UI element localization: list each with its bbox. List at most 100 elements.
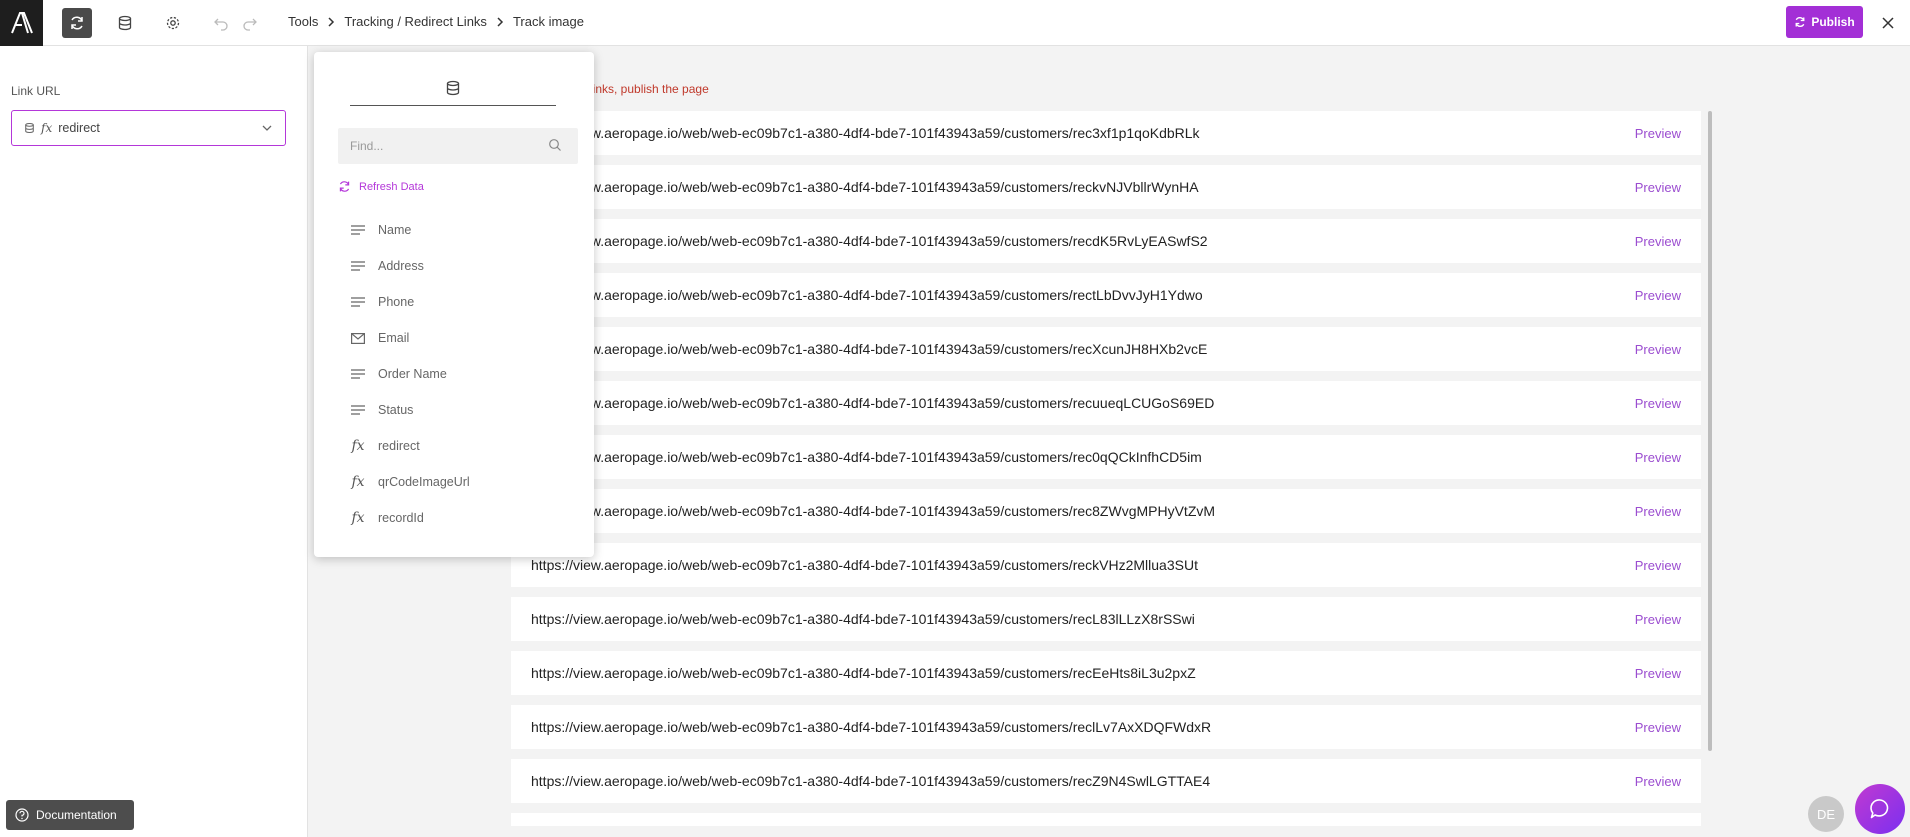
chat-button[interactable] xyxy=(1855,784,1905,834)
close-icon xyxy=(1882,17,1894,29)
text-lines-icon xyxy=(350,369,366,379)
chevron-right-icon xyxy=(327,16,335,27)
link-url-text: https://view.aeropage.io/web/web-ec09b7c… xyxy=(531,611,1195,627)
field-item-status[interactable]: Status xyxy=(350,392,580,428)
link-url-text: https://view.aeropage.io/web/web-ec09b7c… xyxy=(531,665,1196,681)
list-scrollbar[interactable] xyxy=(1708,111,1712,751)
preview-link[interactable]: Preview xyxy=(1635,396,1681,411)
field-label: qrCodeImageUrl xyxy=(378,475,470,489)
preview-link[interactable]: Preview xyxy=(1635,342,1681,357)
link-url-text: https://view.aeropage.io/web/web-ec09b7c… xyxy=(531,773,1211,789)
link-url-text: https://view.aeropage.io/web/web-ec09b7c… xyxy=(531,503,1216,519)
links-list: https://view.aeropage.io/web/web-ec09b7c… xyxy=(511,111,1701,826)
preview-link[interactable]: Preview xyxy=(1635,774,1681,789)
text-lines-icon xyxy=(350,225,366,235)
picker-header xyxy=(350,70,556,106)
database-icon xyxy=(118,15,132,31)
table-row: https://view.aeropage.io/web/web-ec09b7c… xyxy=(511,597,1701,641)
preview-link[interactable]: Preview xyxy=(1635,288,1681,303)
field-item-qrcodeimageurl[interactable]: fx qrCodeImageUrl xyxy=(350,464,580,500)
avatar[interactable]: DE xyxy=(1808,796,1844,832)
preview-link[interactable]: Preview xyxy=(1635,720,1681,735)
help-circle-icon xyxy=(15,808,29,822)
field-item-email[interactable]: Email xyxy=(350,320,580,356)
close-button[interactable] xyxy=(1877,12,1899,34)
find-input[interactable] xyxy=(338,128,578,164)
table-row: https://view.aeropage.io/web/web-ec09b7c… xyxy=(511,489,1701,533)
sync-icon xyxy=(1795,17,1805,27)
table-row-partial xyxy=(511,813,1701,826)
field-label: Phone xyxy=(378,295,415,309)
redo-button[interactable] xyxy=(235,8,265,38)
publish-button[interactable]: Publish xyxy=(1786,6,1863,38)
preview-link[interactable]: Preview xyxy=(1635,666,1681,681)
envelope-icon xyxy=(350,332,366,344)
text-lines-icon xyxy=(350,297,366,307)
documentation-label: Documentation xyxy=(36,808,117,822)
chevron-down-icon xyxy=(262,125,272,131)
fx-icon: fx xyxy=(351,510,365,526)
field-item-recordid[interactable]: fx recordId xyxy=(350,500,580,536)
preview-link[interactable]: Preview xyxy=(1635,450,1681,465)
preview-link[interactable]: Preview xyxy=(1635,504,1681,519)
link-url-label: Link URL xyxy=(11,84,61,98)
publish-label: Publish xyxy=(1811,15,1855,29)
field-label: Email xyxy=(378,331,410,345)
field-item-order-name[interactable]: Order Name xyxy=(350,356,580,392)
link-url-value: redirect xyxy=(58,121,100,135)
link-url-text: https://view.aeropage.io/web/web-ec09b7c… xyxy=(531,287,1203,303)
preview-link[interactable]: Preview xyxy=(1635,180,1681,195)
table-row: https://view.aeropage.io/web/web-ec09b7c… xyxy=(511,165,1701,209)
table-row: https://view.aeropage.io/web/web-ec09b7c… xyxy=(511,381,1701,425)
redo-icon xyxy=(243,18,257,31)
fx-icon: fx xyxy=(41,121,53,135)
table-row: https://view.aeropage.io/web/web-ec09b7c… xyxy=(511,111,1701,155)
field-item-phone[interactable]: Phone xyxy=(350,284,580,320)
table-row: https://view.aeropage.io/web/web-ec09b7c… xyxy=(511,273,1701,317)
documentation-button[interactable]: Documentation xyxy=(6,800,134,830)
field-label: Address xyxy=(378,259,424,273)
link-url-text: https://view.aeropage.io/web/web-ec09b7c… xyxy=(531,449,1202,465)
database-button[interactable] xyxy=(110,8,140,38)
refresh-data-button[interactable]: Refresh Data xyxy=(338,180,424,193)
link-url-text: https://view.aeropage.io/web/web-ec09b7c… xyxy=(531,719,1212,735)
settings-button[interactable] xyxy=(158,8,188,38)
table-row: https://view.aeropage.io/web/web-ec09b7c… xyxy=(511,327,1701,371)
fx-icon: fx xyxy=(351,438,365,454)
preview-link[interactable]: Preview xyxy=(1635,234,1681,249)
table-row: https://view.aeropage.io/web/web-ec09b7c… xyxy=(511,651,1701,695)
link-url-text: https://view.aeropage.io/web/web-ec09b7c… xyxy=(531,557,1198,573)
left-panel: Link URL fx redirect Documentation xyxy=(0,46,308,837)
sync-icon xyxy=(71,16,83,30)
field-label: Status xyxy=(378,403,414,417)
refresh-icon xyxy=(339,181,350,192)
link-url-text: https://view.aeropage.io/web/web-ec09b7c… xyxy=(531,125,1200,141)
field-picker-dropdown: Refresh Data Name Address Phone Email Or… xyxy=(314,52,594,557)
app-logo[interactable] xyxy=(0,0,43,46)
field-label: Name xyxy=(378,223,412,237)
field-item-name[interactable]: Name xyxy=(350,212,580,248)
link-url-text: https://view.aeropage.io/web/web-ec09b7c… xyxy=(531,341,1208,357)
database-icon xyxy=(25,123,34,133)
preview-link[interactable]: Preview xyxy=(1635,558,1681,573)
sync-button[interactable] xyxy=(62,8,92,38)
field-item-address[interactable]: Address xyxy=(350,248,580,284)
search-icon xyxy=(549,139,561,151)
database-icon xyxy=(446,80,460,95)
preview-link[interactable]: Preview xyxy=(1635,126,1681,141)
undo-button[interactable] xyxy=(206,8,236,38)
link-url-select[interactable]: fx redirect xyxy=(11,110,286,146)
text-lines-icon xyxy=(350,405,366,415)
field-item-redirect[interactable]: fx redirect xyxy=(350,428,580,464)
link-url-text: https://view.aeropage.io/web/web-ec09b7c… xyxy=(531,395,1215,411)
breadcrumb: Tools Tracking / Redirect Links Track im… xyxy=(288,14,584,29)
table-row: https://view.aeropage.io/web/web-ec09b7c… xyxy=(511,435,1701,479)
breadcrumb-tools[interactable]: Tools xyxy=(288,14,318,29)
preview-link[interactable]: Preview xyxy=(1635,612,1681,627)
undo-icon xyxy=(214,18,228,31)
field-label: Order Name xyxy=(378,367,447,381)
table-row: https://view.aeropage.io/web/web-ec09b7c… xyxy=(511,543,1701,587)
breadcrumb-tracking[interactable]: Tracking / Redirect Links xyxy=(344,14,487,29)
text-lines-icon xyxy=(350,261,366,271)
top-bar: Tools Tracking / Redirect Links Track im… xyxy=(0,0,1910,46)
